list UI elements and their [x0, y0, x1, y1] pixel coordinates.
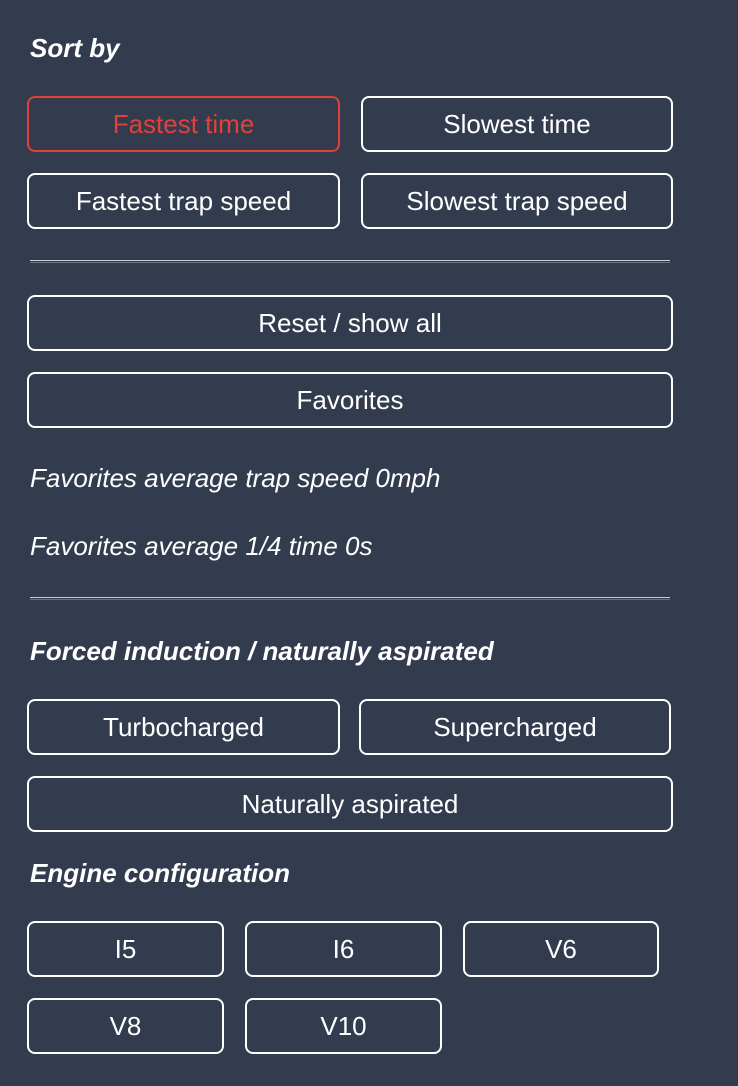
favorites-avg-trap-speed: Favorites average trap speed 0mph — [30, 463, 441, 493]
engine-config-heading: Engine configuration — [30, 858, 290, 888]
supercharged-button[interactable]: Supercharged — [359, 699, 671, 755]
sort-heading: Sort by — [30, 33, 120, 63]
engine-i6-button[interactable]: I6 — [245, 921, 442, 977]
filter-panel: Sort by Fastest time Slowest time Fastes… — [0, 0, 738, 1086]
engine-v8-button[interactable]: V8 — [27, 998, 224, 1054]
reset-show-all-button[interactable]: Reset / show all — [27, 295, 673, 351]
turbocharged-button[interactable]: Turbocharged — [27, 699, 340, 755]
sort-slowest-time-button[interactable]: Slowest time — [361, 96, 673, 152]
favorites-button[interactable]: Favorites — [27, 372, 673, 428]
sort-fastest-trap-speed-button[interactable]: Fastest trap speed — [27, 173, 340, 229]
engine-v6-button[interactable]: V6 — [463, 921, 659, 977]
sort-fastest-time-button[interactable]: Fastest time — [27, 96, 340, 152]
naturally-aspirated-button[interactable]: Naturally aspirated — [27, 776, 673, 832]
engine-v10-button[interactable]: V10 — [245, 998, 442, 1054]
induction-heading: Forced induction / naturally aspirated — [30, 636, 494, 666]
divider — [30, 260, 670, 263]
engine-i5-button[interactable]: I5 — [27, 921, 224, 977]
favorites-avg-quarter-time: Favorites average 1/4 time 0s — [30, 531, 373, 561]
sort-slowest-trap-speed-button[interactable]: Slowest trap speed — [361, 173, 673, 229]
divider — [30, 597, 670, 600]
